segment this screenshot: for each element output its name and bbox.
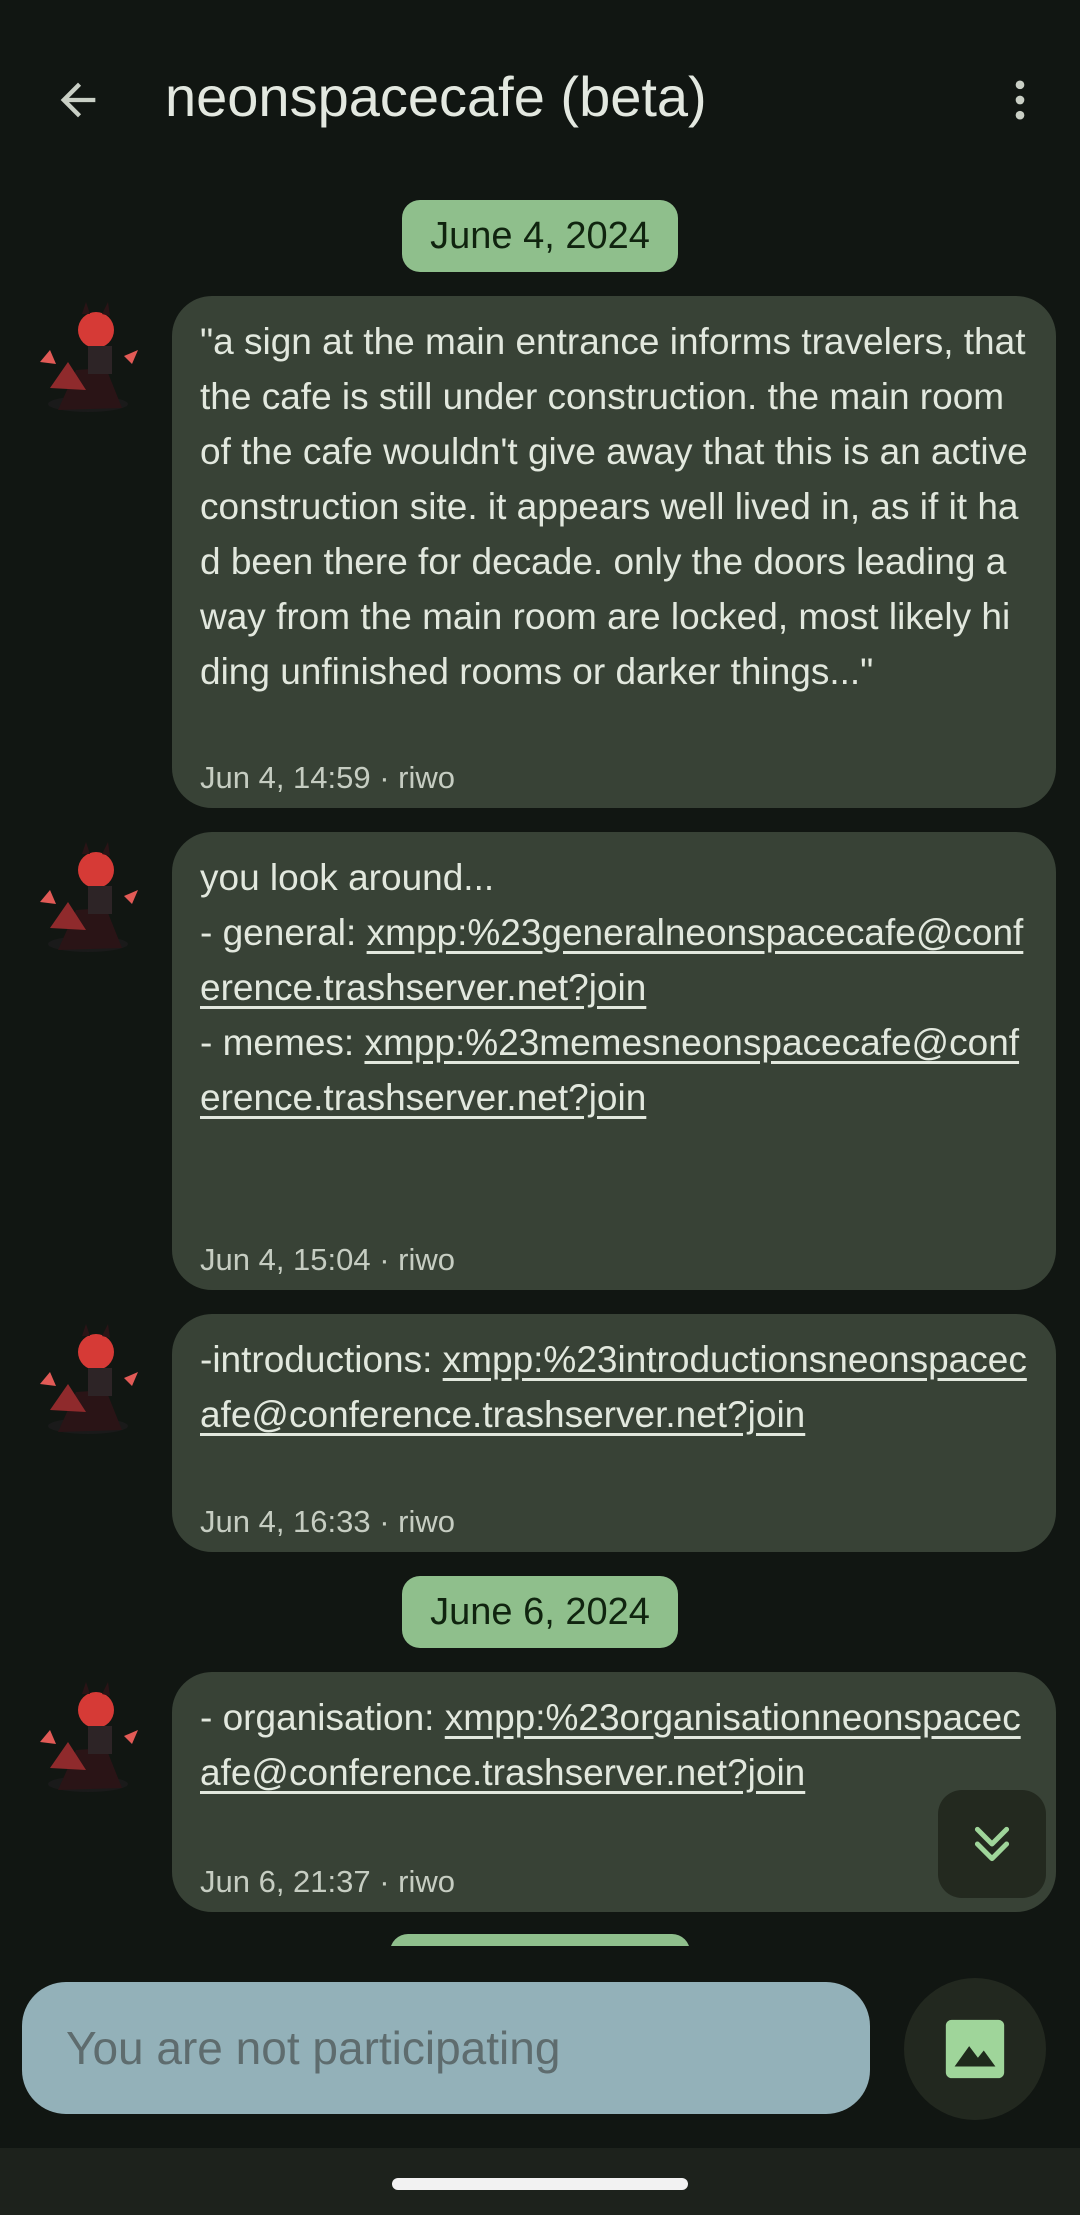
message-text: - organisation: xmpp:%23organisationneon…: [200, 1697, 1021, 1793]
date-separator: June 4, 2024: [402, 200, 678, 272]
message-bubble[interactable]: -introductions: xmpp:%23introductionsneo…: [172, 1314, 1056, 1552]
message-input[interactable]: You are not participating: [22, 1982, 870, 2114]
avatar[interactable]: [28, 832, 154, 958]
message-timestamp: Jun 4, 15:04 · riwo: [200, 1242, 456, 1277]
double-chevron-down-icon: [974, 1826, 1010, 1862]
scroll-to-bottom-button[interactable]: [938, 1790, 1046, 1898]
message-timestamp: Jun 4, 16:33 · riwo: [200, 1504, 456, 1539]
chat-screen: neonspacecafe (beta) June 4, 2024 "a sig…: [0, 0, 1080, 2215]
avatar[interactable]: [28, 1314, 154, 1440]
more-vert-icon: [1015, 80, 1025, 120]
page-title: neonspacecafe (beta): [165, 65, 707, 128]
image-icon: [945, 2019, 1005, 2079]
message-bubble[interactable]: - organisation: xmpp:%23organisationneon…: [172, 1672, 1056, 1912]
message-text: "a sign at the main entrance informs tra…: [200, 321, 1038, 692]
back-button[interactable]: [38, 60, 118, 140]
message-text: -introductions: xmpp:%23introductionsneo…: [200, 1339, 1027, 1435]
arrow-back-icon: [60, 82, 96, 118]
date-separator: June 6, 2024: [402, 1576, 678, 1648]
message-timestamp: Jun 4, 14:59 · riwo: [200, 760, 456, 795]
more-options-button[interactable]: [980, 60, 1060, 140]
top-app-bar: neonspacecafe (beta): [0, 0, 1080, 200]
message-text: you look around... - general: xmpp:%23ge…: [200, 857, 1024, 1118]
message-bubble[interactable]: "a sign at the main entrance informs tra…: [172, 296, 1056, 808]
message-bubble[interactable]: you look around... - general: xmpp:%23ge…: [172, 832, 1056, 1290]
attach-image-button[interactable]: [904, 1978, 1046, 2120]
message-timestamp: Jun 6, 21:37 · riwo: [200, 1864, 456, 1899]
avatar[interactable]: [28, 292, 154, 418]
home-indicator[interactable]: [392, 2178, 688, 2190]
avatar[interactable]: [28, 1672, 154, 1798]
